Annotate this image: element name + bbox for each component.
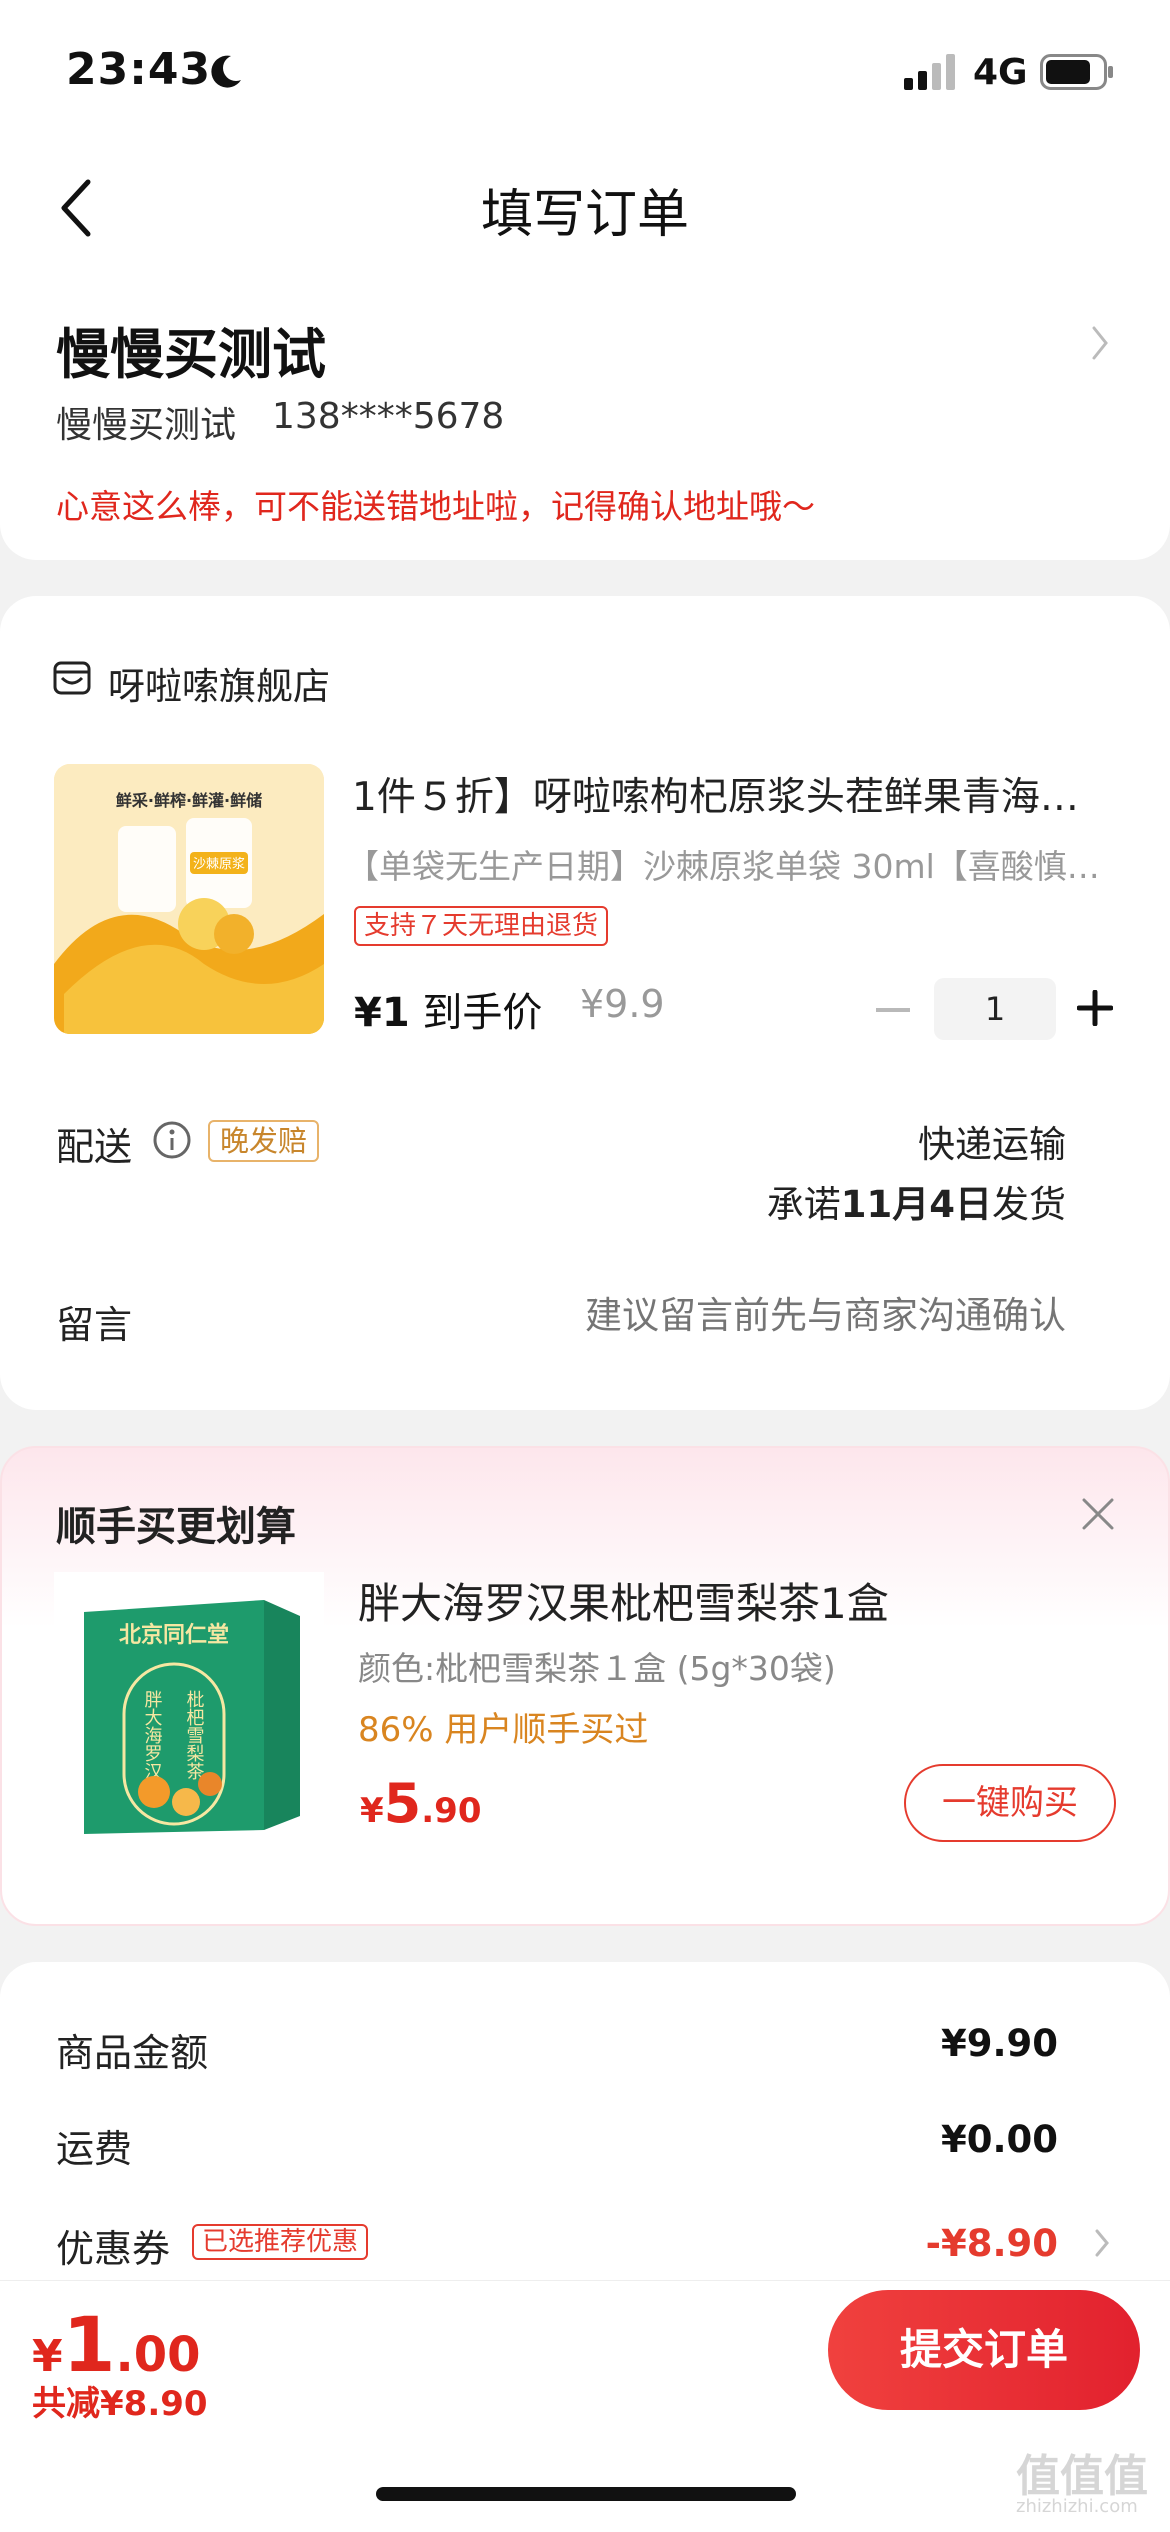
shipping-promise-prefix: 承诺 <box>766 1183 841 1226</box>
coupon-label[interactable]: 优惠券 <box>56 2218 170 2273</box>
quantity-stepper[interactable]: 1 <box>934 978 1056 1040</box>
product-title[interactable]: 1件５折】呀啦嗦枸杞原浆头茬鲜果青海宁夏 <box>352 766 1112 822</box>
coupon-tag: 已选推荐优惠 <box>192 2224 369 2260</box>
product-image-art: 鲜采·鲜榨·鲜灌·鲜储 沙棘原浆 <box>54 764 324 1034</box>
product-price: ¥1 到手价 <box>354 980 542 1038</box>
upsell-image-brand: 北京同仁堂 <box>119 1622 229 1648</box>
close-icon[interactable] <box>1078 1494 1118 1534</box>
shipping-label: 配送 <box>56 1125 133 1169</box>
message-input[interactable] <box>466 1294 1066 1337</box>
shop-icon <box>53 661 91 695</box>
message-label: 留言 <box>56 1303 133 1347</box>
page-title: 填写订单 <box>480 185 689 245</box>
address-tip: 心意这么棒，可不能送错地址啦，记得确认地址哦～ <box>56 487 815 526</box>
shop-name[interactable]: 呀啦嗦旗舰店 <box>108 656 330 710</box>
upsell-product-image[interactable]: 北京同仁堂 胖大海罗汉果 枇杷雪梨茶 <box>54 1572 324 1842</box>
freight-value: ¥0.00 <box>940 2118 1058 2161</box>
address-name: 慢慢买测试 <box>56 323 326 386</box>
shipping-promise-suffix: 发货 <box>992 1183 1066 1226</box>
address-phone: 138****5678 <box>272 396 505 437</box>
upsell-price-currency: ¥ <box>360 1791 384 1831</box>
upsell-product-spec: 颜色:枇杷雪梨茶１盒 (5g*30袋) <box>358 1649 836 1688</box>
upsell-price: ¥5.90 <box>360 1772 481 1835</box>
shipping-promise-date: 11月4日 <box>840 1183 992 1226</box>
watermark-url: zhizhizhi.com <box>1016 2496 1138 2517</box>
network-type: 4G <box>973 52 1028 93</box>
product-price-label: 到手价 <box>422 990 543 1036</box>
upsell-title: 顺手买更划算 <box>56 1504 296 1550</box>
product-price-value: ¥1 <box>354 990 410 1036</box>
shipping-method: 快递运输 <box>918 1123 1066 1166</box>
chevron-right-icon[interactable] <box>1090 324 1110 362</box>
upsell-price-int: 5 <box>383 1772 422 1835</box>
upsell-price-dec: .90 <box>421 1791 482 1831</box>
return-policy-tag: 支持７天无理由退货 <box>354 906 609 946</box>
home-indicator[interactable] <box>376 2487 796 2501</box>
watermark: 值值值 <box>1016 2451 1148 2502</box>
freight-label: 运费 <box>56 2127 133 2171</box>
total-dec: .00 <box>115 2327 201 2383</box>
chevron-right-icon[interactable] <box>1094 2228 1110 2258</box>
battery-icon <box>1040 54 1113 90</box>
goods-amount-value: ¥9.90 <box>940 2022 1058 2065</box>
status-time: 23:43 <box>66 44 212 95</box>
product-image-pack-label: 沙棘原浆 <box>193 857 245 872</box>
late-shipping-tag: 晚发赔 <box>208 1120 320 1162</box>
signal-icon <box>904 54 955 90</box>
total-savings: 共减¥8.90 <box>32 2384 208 2424</box>
coupon-value[interactable]: -¥8.90 <box>926 2222 1058 2265</box>
plus-icon[interactable] <box>1077 990 1113 1026</box>
total-currency: ¥ <box>32 2331 63 2382</box>
one-click-buy-button[interactable]: 一键购买 <box>904 1764 1116 1842</box>
address-contact-name: 慢慢买测试 <box>56 405 237 446</box>
product-spec[interactable]: 【单袋无生产日期】沙棘原浆单袋 30ml【喜酸慎拍】 <box>346 840 1116 888</box>
upsell-product-name[interactable]: 胖大海罗汉果枇杷雪梨茶1盒 <box>358 1570 889 1631</box>
goods-amount-label: 商品金额 <box>56 2031 209 2075</box>
info-icon[interactable] <box>152 1120 192 1160</box>
shipping-promise: 承诺11月4日发货 <box>767 1174 1066 1228</box>
minus-icon[interactable] <box>876 1008 910 1012</box>
product-image[interactable]: 鲜采·鲜榨·鲜灌·鲜储 沙棘原浆 <box>54 764 324 1034</box>
moon-icon <box>211 55 241 88</box>
upsell-buy-rate: 86% 用户顺手买过 <box>358 1710 649 1750</box>
submit-order-button[interactable]: 提交订单 <box>828 2290 1140 2410</box>
upsell-image-text-right: 枇杷雪梨茶 <box>184 1690 205 1780</box>
product-original-price: ¥9.9 <box>580 982 665 1026</box>
product-image-caption: 鲜采·鲜榨·鲜灌·鲜储 <box>116 791 262 810</box>
upsell-image-art: 北京同仁堂 胖大海罗汉果 枇杷雪梨茶 <box>54 1572 324 1842</box>
